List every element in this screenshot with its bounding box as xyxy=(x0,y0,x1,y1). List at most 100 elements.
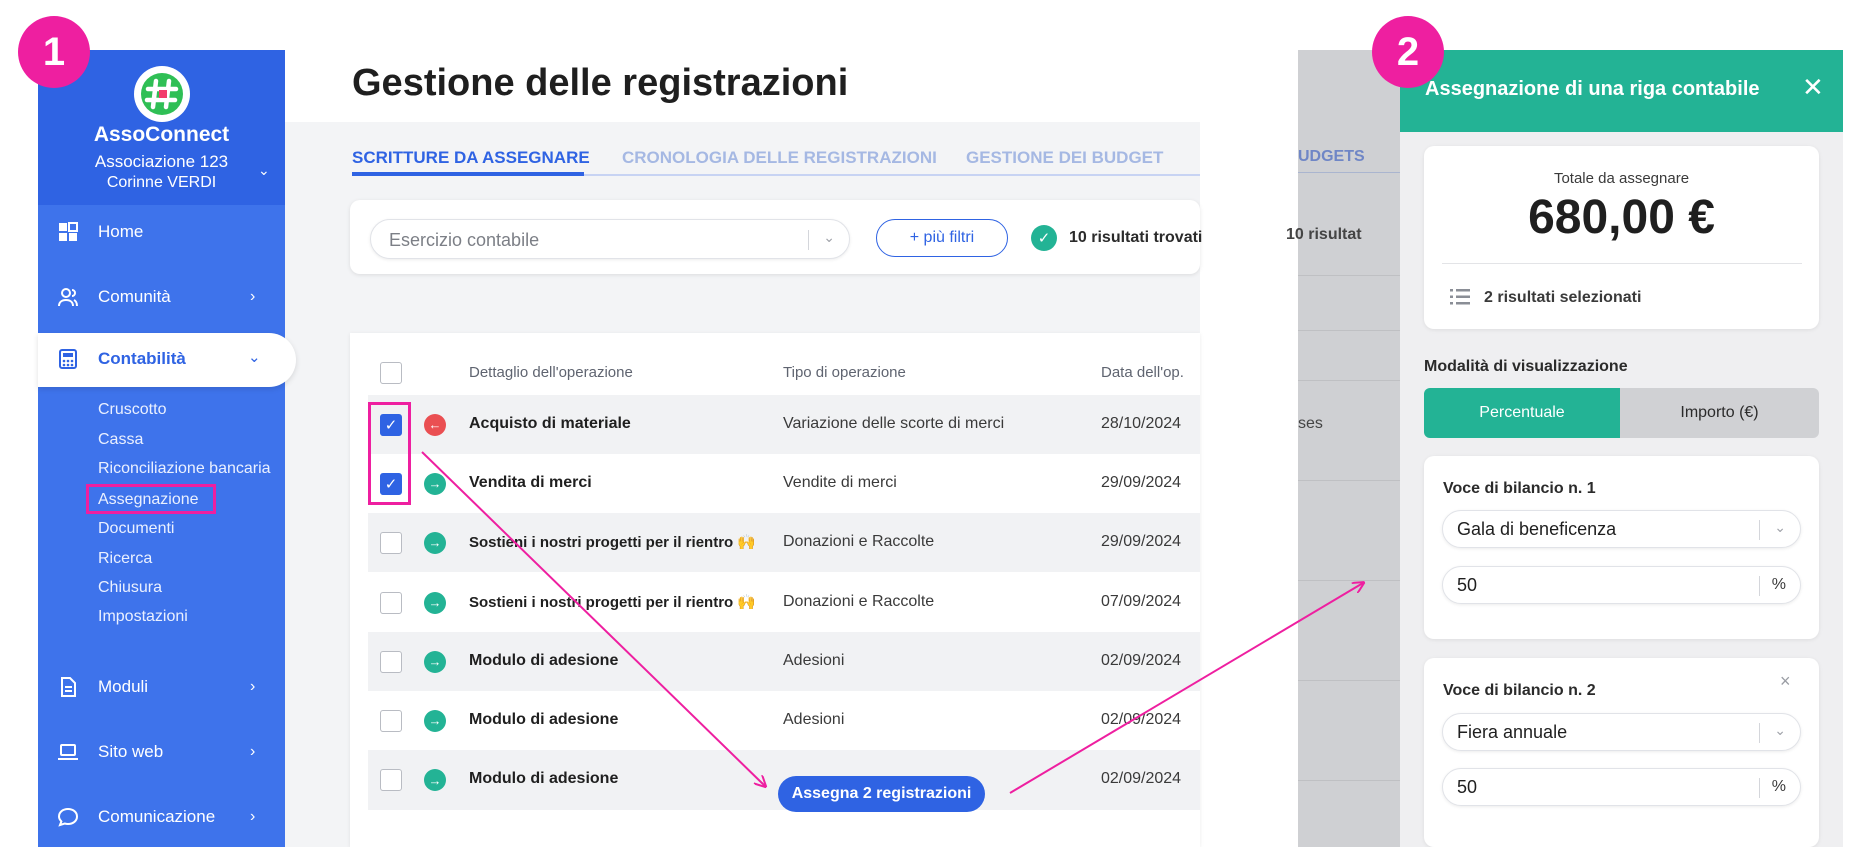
subnav-dashboard[interactable]: Cruscotto xyxy=(98,401,166,419)
backdrop-line xyxy=(1298,380,1400,381)
unit-label: % xyxy=(1771,576,1786,593)
results-count: 10 risultati trovati xyxy=(1069,229,1203,246)
backdrop-line xyxy=(1298,480,1400,481)
dimmed-page-backdrop: UDGETS 10 risultat ses xyxy=(1286,50,1400,847)
row-checkbox[interactable] xyxy=(380,709,402,732)
budget-item-value: Gala di beneficenza xyxy=(1457,519,1617,539)
arrow-left-icon: ← xyxy=(424,413,446,436)
row-checkbox[interactable] xyxy=(380,531,402,554)
select-divider xyxy=(1759,723,1760,743)
cell-operation-date: 02/09/2024 xyxy=(1101,651,1182,669)
chevron-down-icon[interactable]: ⌄ xyxy=(258,162,270,179)
row-checkbox[interactable] xyxy=(380,591,402,614)
nav-communication[interactable]: Comunicazione › xyxy=(38,795,285,839)
backdrop-line xyxy=(1298,330,1400,331)
subnav-settings[interactable]: Impostazioni xyxy=(98,608,188,626)
nav-modules[interactable]: Moduli › xyxy=(38,665,285,709)
select-placeholder: Esercizio contabile xyxy=(389,230,540,250)
row-checkbox[interactable] xyxy=(380,650,402,673)
input-divider xyxy=(1759,778,1760,798)
nav-community[interactable]: Comunità › xyxy=(38,275,285,319)
chevron-down-icon: ⌄ xyxy=(823,229,835,245)
selected-count[interactable]: 2 risultati selezionati xyxy=(1484,289,1641,307)
close-icon[interactable]: ✕ xyxy=(1802,72,1824,103)
select-all-checkbox[interactable] xyxy=(380,362,402,384)
mode-amount-toggle[interactable]: Importo (€) xyxy=(1620,388,1819,438)
budget-item-label: Voce di bilancio n. 2 xyxy=(1443,682,1596,699)
mode-percent-toggle[interactable]: Percentuale xyxy=(1424,388,1620,438)
unit-label: % xyxy=(1771,778,1786,795)
nav-accounting-label: Contabilità xyxy=(98,349,186,368)
column-header-type: Tipo di operazione xyxy=(783,364,906,381)
laptop-icon xyxy=(58,744,78,760)
backdrop-line xyxy=(1298,680,1400,681)
tab-history[interactable]: CRONOLOGIA DELLE REGISTRAZIONI xyxy=(622,148,937,168)
cell-operation-detail: Modulo di adesione xyxy=(469,651,619,669)
cell-operation-date: 02/09/2024 xyxy=(1101,770,1182,787)
tab-entries-to-assign[interactable]: SCRITTURE DA ASSEGNARE xyxy=(352,148,590,168)
backdrop-line xyxy=(1298,780,1400,781)
nav-home[interactable]: Home xyxy=(38,210,285,254)
org-name: AssoConnect xyxy=(93,123,230,146)
budget-item-select[interactable]: Fiera annuale ⌄ xyxy=(1442,713,1801,751)
chat-bubble-icon xyxy=(58,807,78,827)
subnav-closing[interactable]: Chiusura xyxy=(98,579,162,597)
nav-website-label: Sito web xyxy=(98,742,164,761)
total-divider xyxy=(1442,263,1802,264)
check-circle-icon: ✓ xyxy=(1031,225,1057,251)
cell-operation-date: 02/09/2024 xyxy=(1101,710,1182,728)
chevron-right-icon: › xyxy=(250,743,256,760)
column-header-detail: Dettaglio dell'operazione xyxy=(469,364,633,381)
cell-operation-type: Variazione delle scorte di merci xyxy=(783,414,1005,432)
assoconnect-logo-icon xyxy=(134,66,190,122)
budget-item-amount-input[interactable]: 50 % xyxy=(1442,768,1801,806)
cell-operation-detail: Vendita di merci xyxy=(469,473,592,491)
chevron-right-icon: › xyxy=(250,678,256,695)
budget-item-amount: 50 xyxy=(1457,575,1478,595)
subnav-documents[interactable]: Documenti xyxy=(98,520,174,538)
chevron-down-icon: ⌄ xyxy=(1774,722,1786,738)
nav-website[interactable]: Sito web › xyxy=(38,730,285,774)
nav-modules-label: Moduli xyxy=(98,677,149,696)
sidebar: AssoConnect Associazione 123 Corinne VER… xyxy=(38,50,296,847)
fiscal-year-select[interactable]: Esercizio contabile ⌄ xyxy=(370,219,850,259)
active-tab-underline xyxy=(352,172,584,176)
org-user: Corinne VERDI xyxy=(106,174,217,191)
display-mode-label: Modalità di visualizzazione xyxy=(1424,358,1628,375)
cell-operation-date: 29/09/2024 xyxy=(1101,473,1182,491)
cell-operation-detail: Acquisto di materiale xyxy=(469,414,631,432)
select-divider xyxy=(1759,520,1760,540)
subnav-bank-reconciliation[interactable]: Riconciliazione bancaria xyxy=(98,460,271,478)
more-filters-button[interactable]: + più filtri xyxy=(876,219,1008,257)
arrow-right-icon: → xyxy=(424,650,446,673)
row-checkbox[interactable] xyxy=(380,769,402,791)
remove-item-icon[interactable]: × xyxy=(1780,671,1791,692)
cell-operation-date: 07/09/2024 xyxy=(1101,592,1182,610)
budget-item-amount: 50 xyxy=(1457,777,1478,797)
cell-operation-type: Donazioni e Raccolte xyxy=(783,592,935,610)
backdrop-row-fragment: ses xyxy=(1298,415,1323,432)
arrow-right-icon: → xyxy=(424,709,446,732)
chevron-right-icon: › xyxy=(250,288,256,305)
backdrop-tabs-line xyxy=(1298,172,1400,173)
calculator-icon xyxy=(59,349,77,369)
total-value: 680,00 € xyxy=(1528,191,1715,244)
budget-item-label: Voce di bilancio n. 1 xyxy=(1443,480,1596,497)
subnav-cash[interactable]: Cassa xyxy=(98,431,143,449)
tab-budget[interactable]: GESTIONE DEI BUDGET xyxy=(966,148,1163,168)
step-badge-1: 1 xyxy=(18,16,90,88)
backdrop-line xyxy=(1298,275,1400,276)
budget-item-select[interactable]: Gala di beneficenza ⌄ xyxy=(1442,510,1801,548)
arrow-right-icon: → xyxy=(424,591,446,614)
nav-accounting[interactable]: Contabilità ⌄ xyxy=(38,333,296,387)
assign-entries-button[interactable]: Assegna 2 registrazioni xyxy=(778,776,985,812)
subnav-search[interactable]: Ricerca xyxy=(98,550,152,568)
document-icon xyxy=(61,677,76,697)
backdrop-tab-fragment: UDGETS xyxy=(1298,148,1365,165)
arrow-right-icon: → xyxy=(424,472,446,495)
backdrop-line xyxy=(1298,580,1400,581)
cell-operation-detail: Modulo di adesione xyxy=(469,710,619,728)
column-header-date: Data dell'op. xyxy=(1101,364,1184,381)
cell-operation-date: 29/09/2024 xyxy=(1101,532,1182,550)
budget-item-amount-input[interactable]: 50 % xyxy=(1442,566,1801,604)
